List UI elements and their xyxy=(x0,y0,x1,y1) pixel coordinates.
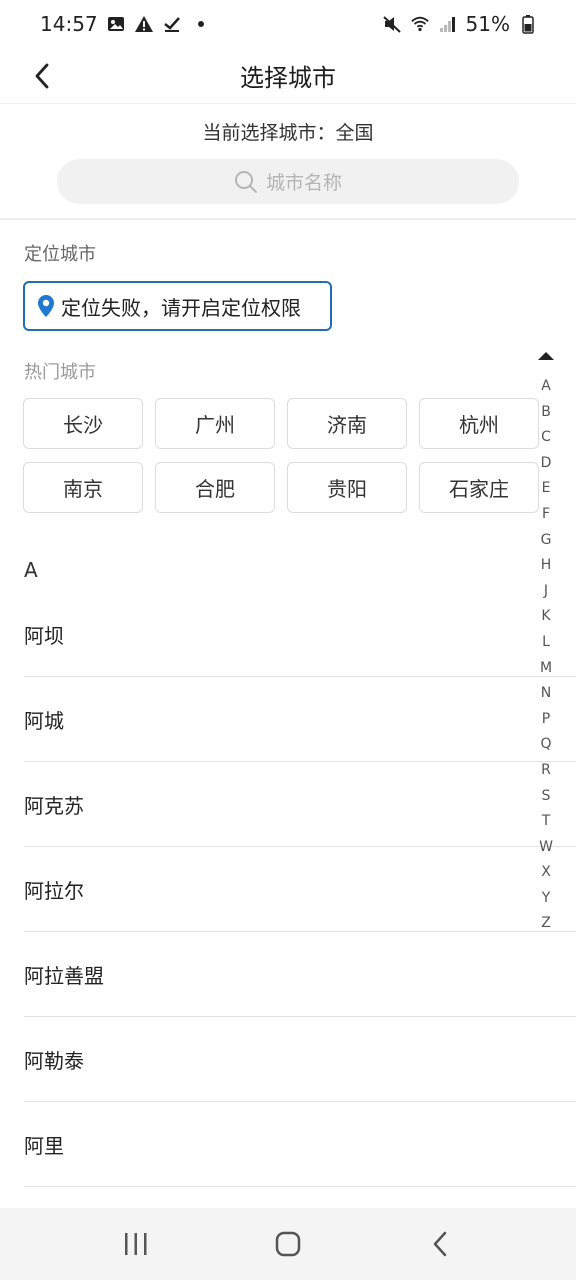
location-pin-icon xyxy=(38,295,54,317)
search-icon xyxy=(234,170,257,193)
index-letter[interactable]: S xyxy=(542,784,551,810)
list-item[interactable]: 阿城 xyxy=(24,677,576,762)
hot-city-button[interactable]: 杭州 xyxy=(419,398,539,449)
index-letter[interactable]: J xyxy=(544,579,548,605)
image-icon xyxy=(106,14,126,34)
index-letter[interactable]: H xyxy=(541,553,552,579)
search-placeholder: 城市名称 xyxy=(265,172,342,194)
hot-city-button[interactable]: 济南 xyxy=(287,398,407,449)
hot-city-button[interactable]: 南京 xyxy=(23,462,143,513)
hot-city-button[interactable]: 长沙 xyxy=(23,398,143,449)
index-letter[interactable]: X xyxy=(541,860,551,886)
list-item[interactable]: 阿拉尔 xyxy=(24,847,576,932)
alphabet-index-bar[interactable]: A B C D E F G H J K L M N P Q R S T W X … xyxy=(534,344,558,937)
check-icon xyxy=(162,14,182,34)
index-letter[interactable]: K xyxy=(541,604,550,630)
mute-icon xyxy=(382,14,402,34)
recent-apps-icon xyxy=(125,1233,147,1255)
chevron-left-icon xyxy=(35,63,49,89)
hot-city-button[interactable]: 贵阳 xyxy=(287,462,407,513)
hot-city-grid: 长沙 广州 济南 杭州 南京 合肥 贵阳 石家庄 xyxy=(23,398,539,513)
dot-icon xyxy=(197,21,204,27)
list-item[interactable]: 阿坝 xyxy=(24,592,576,677)
index-letter[interactable]: M xyxy=(540,656,552,682)
home-button[interactable] xyxy=(258,1214,318,1274)
index-letter[interactable]: R xyxy=(541,758,551,784)
city-list: 阿坝 阿城 阿克苏 阿拉尔 阿拉善盟 阿勒泰 阿里 xyxy=(24,592,576,1187)
index-letter[interactable]: E xyxy=(542,476,551,502)
list-item[interactable]: 阿克苏 xyxy=(24,762,576,847)
back-icon xyxy=(433,1231,447,1257)
location-button[interactable]: 定位失败，请开启定位权限 xyxy=(23,281,332,331)
index-letter[interactable]: Z xyxy=(541,911,551,937)
list-item[interactable]: 阿勒泰 xyxy=(24,1017,576,1102)
index-letter[interactable]: W xyxy=(539,835,553,861)
search-input[interactable]: 城市名称 xyxy=(57,159,519,204)
list-section-letter: A xyxy=(24,558,38,582)
index-letter[interactable]: P xyxy=(542,707,550,733)
index-letter[interactable]: C xyxy=(541,425,551,451)
hot-city-button[interactable]: 广州 xyxy=(155,398,275,449)
battery-level: 51% xyxy=(465,12,510,36)
battery-icon xyxy=(518,14,538,34)
index-letter[interactable]: Q xyxy=(540,732,551,758)
index-letter[interactable]: F xyxy=(542,502,550,528)
index-letter[interactable]: G xyxy=(541,528,552,554)
status-bar: 14:57 51% xyxy=(0,0,576,48)
system-nav-bar xyxy=(0,1208,576,1280)
nav-back-button[interactable] xyxy=(410,1214,470,1274)
hot-city-button[interactable]: 合肥 xyxy=(155,462,275,513)
current-city-label: 当前选择城市：全国 xyxy=(202,122,374,144)
index-letter[interactable]: B xyxy=(541,400,551,426)
index-letter[interactable]: T xyxy=(542,809,551,835)
index-letter[interactable]: L xyxy=(542,630,550,656)
status-time: 14:57 xyxy=(40,12,98,36)
divider xyxy=(0,218,576,220)
location-section-label: 定位城市 xyxy=(24,244,96,265)
list-item[interactable]: 阿拉善盟 xyxy=(24,932,576,1017)
list-item[interactable]: 阿里 xyxy=(24,1102,576,1187)
index-letter[interactable]: Y xyxy=(542,886,551,912)
home-icon xyxy=(275,1231,301,1257)
back-button[interactable] xyxy=(22,54,62,98)
index-letter[interactable]: D xyxy=(541,451,552,477)
index-letter[interactable]: A xyxy=(541,374,551,400)
hot-city-button[interactable]: 石家庄 xyxy=(419,462,539,513)
location-status-text: 定位失败，请开启定位权限 xyxy=(61,295,301,320)
warning-icon xyxy=(134,14,154,34)
hot-section-label: 热门城市 xyxy=(24,362,96,383)
signal-icon xyxy=(438,14,458,34)
index-top-arrow-icon[interactable] xyxy=(538,352,554,360)
header: 选择城市 xyxy=(0,48,576,104)
recent-apps-button[interactable] xyxy=(106,1214,166,1274)
index-letter[interactable]: N xyxy=(541,681,551,707)
wifi-icon xyxy=(410,14,430,34)
page-title: 选择城市 xyxy=(240,64,336,92)
